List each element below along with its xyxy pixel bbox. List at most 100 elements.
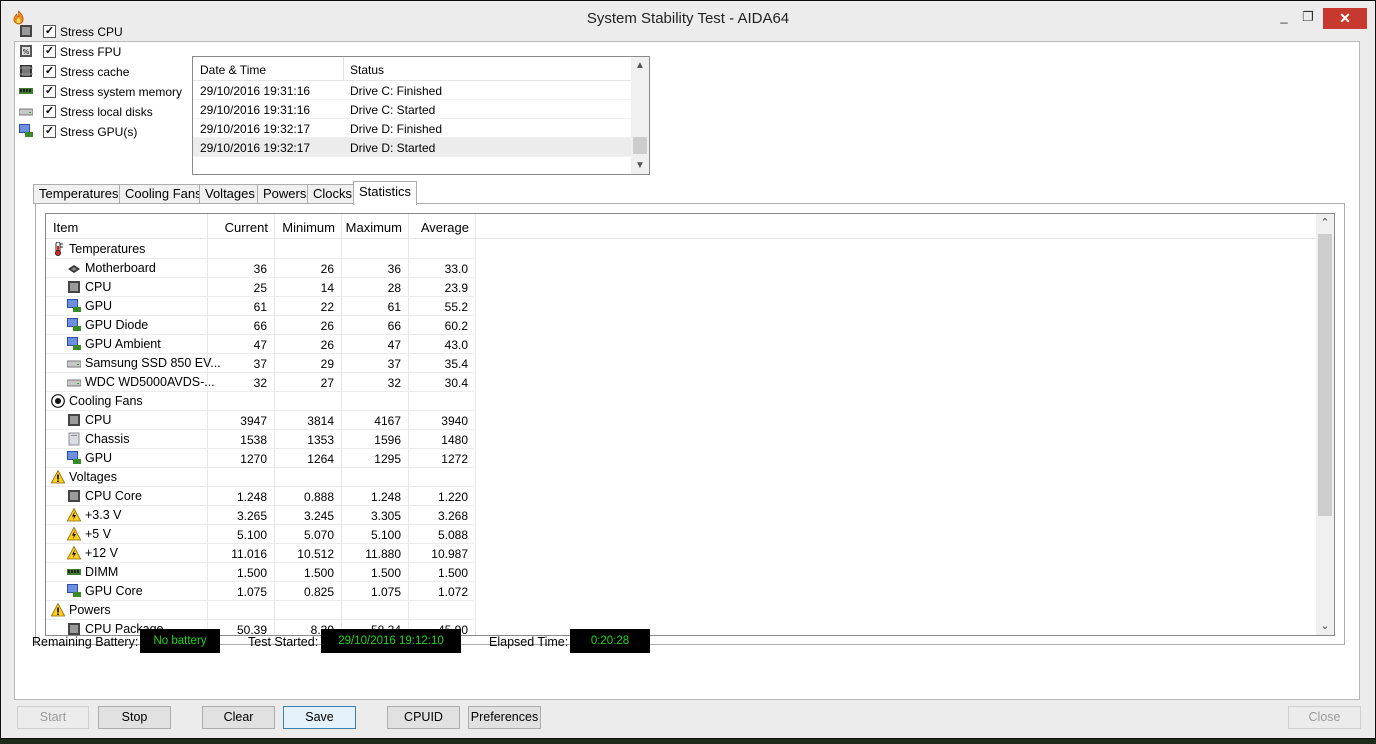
log-row[interactable]: 29/10/2016 19:31:16 Drive C: Started (193, 100, 631, 119)
value-maximum: 3.305 (370, 509, 401, 523)
stress-memory-option[interactable]: ✓ Stress system memory (19, 82, 219, 102)
value-current: 3947 (240, 414, 267, 428)
statistics-group-row[interactable]: Powers (46, 601, 474, 620)
gpu-icon (19, 124, 33, 137)
log-row[interactable]: 29/10/2016 19:32:17 Drive D: Finished (193, 119, 631, 138)
statistics-scroll-thumb[interactable] (1318, 234, 1332, 516)
header-current[interactable]: Current (207, 220, 268, 235)
statistics-row[interactable]: GPU Core 1.075 0.825 1.075 1.072 (46, 582, 474, 601)
log-column-divider[interactable] (343, 57, 344, 81)
scroll-up-icon[interactable]: ⌃ (1316, 214, 1334, 232)
statistics-row[interactable]: +3.3 V 3.265 3.245 3.305 3.268 (46, 506, 474, 525)
cpuid-button[interactable]: CPUID (387, 706, 460, 729)
stress-cache-option[interactable]: ✓ Stress cache (19, 62, 219, 82)
log-scroll-thumb[interactable] (633, 137, 647, 154)
stress-fpu-option[interactable]: % ✓ Stress FPU (19, 42, 219, 62)
stress-gpu-option[interactable]: ✓ Stress GPU(s) (19, 122, 219, 142)
log-header-status[interactable]: Status (350, 63, 384, 77)
disk-icon (66, 375, 82, 389)
stress-cpu-checkbox[interactable]: ✓ (43, 25, 56, 38)
log-header-datetime[interactable]: Date & Time (200, 63, 266, 77)
scroll-down-icon[interactable]: ▼ (631, 157, 649, 174)
value-average: 60.2 (444, 319, 468, 333)
desktop-taskbar (0, 739, 1376, 744)
header-maximum[interactable]: Maximum (341, 220, 402, 235)
log-row[interactable]: 29/10/2016 19:31:16 Drive C: Finished (193, 81, 631, 100)
scroll-up-icon[interactable]: ▲ (631, 57, 649, 74)
statistics-row[interactable]: Chassis 1538 1353 1596 1480 (46, 430, 474, 449)
warning-icon (50, 469, 66, 484)
row-name: +3.3 V (85, 508, 122, 522)
statistics-row[interactable]: Samsung SSD 850 EV... 37 29 37 35.4 (46, 354, 474, 373)
maximize-button[interactable]: ❐ (1295, 8, 1321, 28)
header-minimum[interactable]: Minimum (274, 220, 335, 235)
statistics-table[interactable]: Item Current Minimum Maximum Average Tem… (45, 213, 1335, 636)
statistics-group-row[interactable]: Voltages (46, 468, 474, 487)
start-button[interactable]: Start (17, 706, 89, 729)
statistics-row[interactable]: GPU 1270 1264 1295 1272 (46, 449, 474, 468)
preferences-button[interactable]: Preferences (468, 706, 541, 729)
value-current: 61 (253, 300, 267, 314)
tab-temperatures[interactable]: Temperatures (33, 184, 125, 204)
statistics-row[interactable]: GPU Ambient 47 26 47 43.0 (46, 335, 474, 354)
statistics-row[interactable]: DIMM 1.500 1.500 1.500 1.500 (46, 563, 474, 582)
header-item[interactable]: Item (53, 220, 78, 235)
gpu-icon (67, 318, 81, 332)
close-window-button[interactable]: ✕ (1323, 8, 1367, 29)
stress-fpu-checkbox[interactable]: ✓ (43, 45, 56, 58)
statistics-group-row[interactable]: Cooling Fans (46, 392, 474, 411)
scroll-down-icon[interactable]: ⌄ (1316, 617, 1334, 635)
header-average[interactable]: Average (408, 220, 469, 235)
stress-disks-checkbox[interactable]: ✓ (43, 105, 56, 118)
log-scrollbar[interactable]: ▲ ▼ (631, 57, 649, 174)
stop-button[interactable]: Stop (98, 706, 171, 729)
statistics-group-row[interactable]: Temperatures (46, 240, 474, 259)
stress-gpu-checkbox[interactable]: ✓ (43, 125, 56, 138)
statistics-header: Item Current Minimum Maximum Average (46, 214, 1318, 239)
log-datetime: 29/10/2016 19:32:17 (200, 141, 311, 155)
log-row-selected[interactable]: 29/10/2016 19:32:17 Drive D: Started (193, 138, 631, 157)
fan-icon (51, 394, 65, 408)
tab-powers[interactable]: Powers (257, 184, 313, 204)
tab-statistics[interactable]: Statistics (353, 181, 418, 205)
statistics-row[interactable]: WDC WD5000AVDS-... 32 27 32 30.4 (46, 373, 474, 392)
stress-cpu-option[interactable]: ✓ Stress CPU (19, 22, 219, 42)
value-average: 55.2 (444, 300, 468, 314)
value-minimum: 22 (320, 300, 334, 314)
value-average: 35.4 (444, 357, 468, 371)
statistics-row[interactable]: +5 V 5.100 5.070 5.100 5.088 (46, 525, 474, 544)
stress-disks-option[interactable]: ✓ Stress local disks (19, 102, 219, 122)
tab-voltages[interactable]: Voltages (199, 184, 261, 204)
log-datetime: 29/10/2016 19:31:16 (200, 103, 311, 117)
statistics-scrollbar[interactable]: ⌃ ⌄ (1316, 214, 1334, 635)
event-log[interactable]: Date & Time Status 29/10/2016 19:31:16 D… (192, 56, 650, 175)
statistics-row[interactable]: CPU 3947 3814 4167 3940 (46, 411, 474, 430)
value-maximum: 32 (387, 376, 401, 390)
warning-icon (50, 602, 66, 617)
tab-cooling-fans[interactable]: Cooling Fans (119, 184, 208, 204)
stress-cache-checkbox[interactable]: ✓ (43, 65, 56, 78)
statistics-row[interactable]: GPU Diode 66 26 66 60.2 (46, 316, 474, 335)
statistics-row[interactable]: Motherboard 36 26 36 33.0 (46, 259, 474, 278)
tab-clocks[interactable]: Clocks (307, 184, 359, 204)
row-name: GPU (85, 299, 113, 313)
value-minimum: 26 (320, 262, 334, 276)
value-current: 32 (253, 376, 267, 390)
statistics-row[interactable]: GPU 61 22 61 55.2 (46, 297, 474, 316)
value-minimum: 14 (320, 281, 334, 295)
value-average: 43.0 (444, 338, 468, 352)
clear-button[interactable]: Clear (202, 706, 275, 729)
save-button[interactable]: Save (283, 706, 356, 729)
statistics-row[interactable]: CPU Core 1.248 0.888 1.248 1.220 (46, 487, 474, 506)
row-name: GPU Ambient (85, 337, 161, 351)
minimize-button[interactable]: _ (1271, 8, 1297, 28)
stress-memory-checkbox[interactable]: ✓ (43, 85, 56, 98)
stress-disks-label: Stress local disks (60, 105, 153, 119)
close-button[interactable]: Close (1288, 706, 1361, 729)
value-current: 37 (253, 357, 267, 371)
row-name: Powers (69, 603, 111, 617)
statistics-row[interactable]: +12 V 11.016 10.512 11.880 10.987 (46, 544, 474, 563)
value-average: 3940 (441, 414, 468, 428)
statistics-row[interactable]: CPU 25 14 28 23.9 (46, 278, 474, 297)
voltage-icon (66, 545, 82, 560)
